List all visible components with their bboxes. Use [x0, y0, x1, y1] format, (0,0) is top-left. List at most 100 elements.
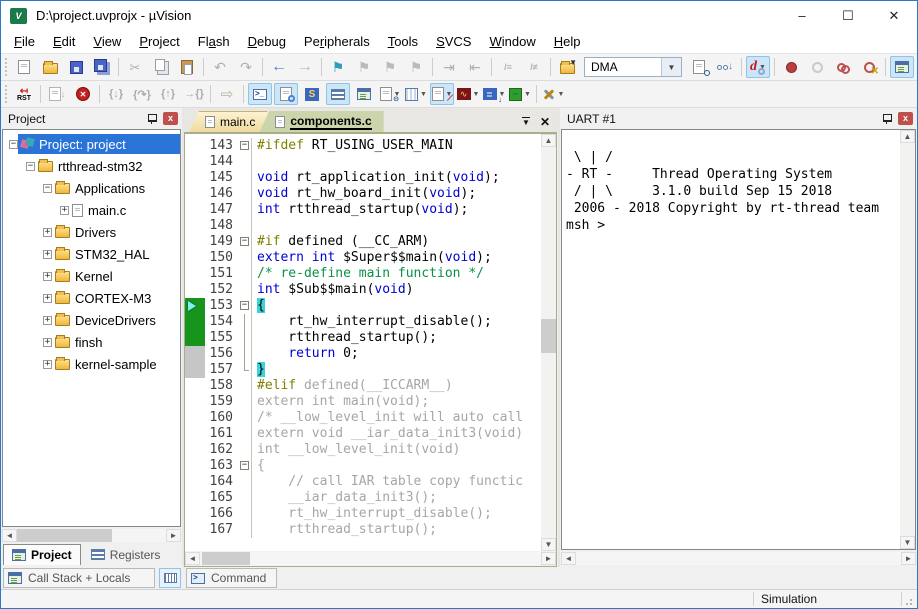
menu-file[interactable]: File	[5, 32, 44, 51]
tree-item-body[interactable]: DeviceDrivers	[52, 310, 180, 330]
chevron-down-icon[interactable]: ▼	[558, 91, 565, 98]
breakpoint-disable-all-button[interactable]: ✕	[857, 56, 881, 78]
lookup-button[interactable]: d▼	[746, 56, 770, 78]
redo-button[interactable]: ↷	[234, 56, 258, 78]
expand-icon[interactable]: +	[43, 294, 52, 303]
fold-column[interactable]: −	[239, 458, 252, 474]
tree-item-body[interactable]: Drivers	[52, 222, 180, 242]
analysis-window-button[interactable]: ∿▼	[456, 83, 480, 105]
run-button[interactable]: ↓	[45, 83, 69, 105]
breakpoint-enable-button[interactable]	[805, 56, 829, 78]
stop-button[interactable]: ✕	[71, 83, 95, 105]
project-h-scrollbar[interactable]: ◄ ►	[2, 528, 181, 543]
code-line-151[interactable]: 151/* re-define main function */	[185, 266, 541, 282]
collapse-icon[interactable]: −	[9, 140, 18, 149]
command-window-button[interactable]: >_	[248, 83, 272, 105]
paste-button[interactable]	[175, 56, 199, 78]
bookmark-next-button[interactable]: ⚑	[378, 56, 402, 78]
expand-icon[interactable]: +	[43, 338, 52, 347]
tree-item-main-c[interactable]: +main.c	[3, 199, 180, 221]
chevron-down-icon[interactable]: ▼	[661, 58, 681, 76]
code-line-152[interactable]: 152int $Sub$$main(void)	[185, 282, 541, 298]
tree-item-body[interactable]: rtthread-stm32	[35, 156, 180, 176]
resize-grip[interactable]	[905, 596, 915, 606]
find-button[interactable]: ↓	[713, 56, 737, 78]
debug-settings-button[interactable]: ▼	[541, 83, 565, 105]
reset-button[interactable]: ↤RST	[12, 83, 36, 105]
code-line-146[interactable]: 146void rt_hw_board_init(void);	[185, 186, 541, 202]
registers-window-button[interactable]	[326, 83, 350, 105]
menu-window[interactable]: Window	[480, 32, 544, 51]
tree-item-stm32-hal[interactable]: +STM32_HAL	[3, 243, 180, 265]
expand-icon[interactable]: +	[43, 272, 52, 281]
keyboard-window-button[interactable]	[159, 568, 181, 588]
editor-tab-main-c[interactable]: main.c	[189, 111, 267, 132]
expand-icon[interactable]: +	[60, 206, 69, 215]
menu-flash[interactable]: Flash	[189, 32, 239, 51]
tree-item-devicedrivers[interactable]: +DeviceDrivers	[3, 309, 180, 331]
tree-item-project-project[interactable]: −Project: project	[3, 133, 180, 155]
chevron-down-icon[interactable]: ▼	[420, 91, 427, 98]
project-window-button[interactable]	[890, 56, 914, 78]
selected-highlight[interactable]: Project: project	[18, 134, 180, 154]
uart-output[interactable]: \ | / - RT - Thread Operating System / |…	[562, 130, 900, 549]
chevron-down-icon[interactable]: ▼	[524, 91, 531, 98]
fold-collapse-icon[interactable]: −	[240, 141, 249, 150]
disassembly-window-button[interactable]	[274, 83, 298, 105]
step-into-button[interactable]: {↓}	[104, 83, 128, 105]
navigate-back-button[interactable]: ←	[267, 56, 291, 78]
fold-column[interactable]: −	[239, 234, 252, 250]
editor-v-scrollbar[interactable]: ▲ ▼	[541, 134, 556, 551]
code-line-161[interactable]: 161extern void __iar_data_init3(void)	[185, 426, 541, 442]
memory-window-button[interactable]: ▼	[404, 83, 428, 105]
serial-window-button[interactable]: ∕▼	[430, 83, 454, 105]
tree-item-body[interactable]: kernel-sample	[52, 354, 180, 374]
code-line-154[interactable]: 154 rt_hw_interrupt_disable();	[185, 314, 541, 330]
tab-project[interactable]: Project	[3, 544, 81, 565]
tree-item-cortex-m3[interactable]: +CORTEX-M3	[3, 287, 180, 309]
expand-icon[interactable]: +	[43, 250, 52, 259]
expand-icon[interactable]: +	[43, 228, 52, 237]
find-in-files-button[interactable]	[687, 56, 711, 78]
menu-view[interactable]: View	[84, 32, 130, 51]
scroll-up-icon[interactable]: ▲	[900, 130, 915, 143]
close-icon[interactable]: x	[898, 112, 913, 125]
tree-item-finsh[interactable]: +finsh	[3, 331, 180, 353]
chevron-down-icon[interactable]: ▼	[473, 91, 480, 98]
copy-button[interactable]	[149, 56, 173, 78]
step-out-button[interactable]: {↑}	[156, 83, 180, 105]
code-line-163[interactable]: 163−{	[185, 458, 541, 474]
scroll-right-icon[interactable]: ►	[166, 529, 181, 542]
comment-button[interactable]: /≡	[496, 56, 520, 78]
minimize-button[interactable]: –	[779, 1, 825, 30]
code-line-150[interactable]: 150extern int $Super$$main(void);	[185, 250, 541, 266]
save-all-button[interactable]	[90, 56, 114, 78]
close-document-icon[interactable]: ✕	[540, 116, 550, 128]
code-line-166[interactable]: 166 rt_hw_interrupt_disable();	[185, 506, 541, 522]
indent-button[interactable]: ⇥	[437, 56, 461, 78]
code-line-145[interactable]: 145void rt_application_init(void);	[185, 170, 541, 186]
tree-item-kernel-sample[interactable]: +kernel-sample	[3, 353, 180, 375]
tree-item-body[interactable]: finsh	[52, 332, 180, 352]
run-to-cursor-button[interactable]: →{}	[182, 83, 206, 105]
tree-item-rtthread-stm32[interactable]: −rtthread-stm32	[3, 155, 180, 177]
navigate-forward-button[interactable]: →	[293, 56, 317, 78]
save-button[interactable]	[64, 56, 88, 78]
menu-debug[interactable]: Debug	[239, 32, 295, 51]
tree-item-body[interactable]: main.c	[69, 200, 180, 220]
show-next-statement-button[interactable]: ⇨	[215, 83, 239, 105]
editor-h-scrollbar[interactable]: ◄ ►	[185, 551, 556, 566]
bookmark-toggle-button[interactable]: ⚑	[326, 56, 350, 78]
tab-registers[interactable]: Registers	[83, 544, 169, 565]
breakpoint-insert-button[interactable]	[779, 56, 803, 78]
pin-icon[interactable]	[147, 113, 157, 124]
code-editor[interactable]: 143−#ifdef RT_USING_USER_MAIN144145void …	[185, 134, 541, 551]
pin-icon[interactable]	[882, 113, 892, 124]
tree-item-body[interactable]: CORTEX-M3	[52, 288, 180, 308]
code-line-167[interactable]: 167 rtthread_startup();	[185, 522, 541, 538]
toolbox-window-button[interactable]: ▪▪▼	[508, 83, 532, 105]
bookmark-prev-button[interactable]: ⚑	[352, 56, 376, 78]
menu-help[interactable]: Help	[545, 32, 590, 51]
tree-item-body[interactable]: Applications	[52, 178, 180, 198]
breakpoint-kill-all-button[interactable]	[831, 56, 855, 78]
